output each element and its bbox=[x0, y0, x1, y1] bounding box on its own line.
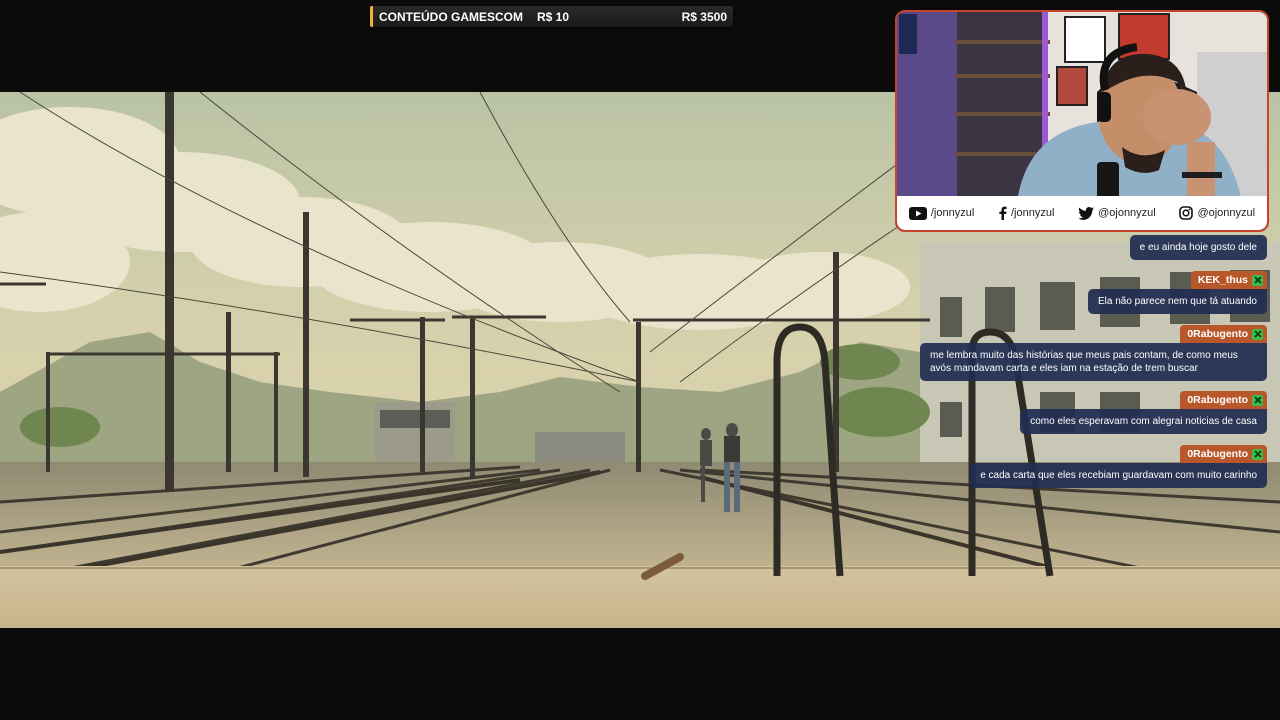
xbox-icon bbox=[1252, 394, 1263, 406]
chat-message: como eles esperavam com alegrai noticias… bbox=[1020, 409, 1267, 434]
chat-username: 0Rabugento bbox=[1187, 328, 1248, 340]
twitter-icon bbox=[1078, 206, 1095, 220]
xbox-icon bbox=[1252, 328, 1263, 340]
chat-message-text: e eu ainda hoje gosto dele bbox=[1139, 242, 1257, 253]
instagram-icon bbox=[1179, 206, 1194, 220]
goal-current-amount: R$ 10 bbox=[537, 10, 570, 24]
chat-username-tag[interactable]: 0Rabugento bbox=[1180, 391, 1267, 409]
chat-username-tag[interactable]: 0Rabugento bbox=[1180, 325, 1267, 343]
chat-username: KEK_thus bbox=[1197, 274, 1248, 286]
social-links-bar: /jonnyzul /jonnyzul @ojonnyzul @ojonnyzu… bbox=[897, 196, 1267, 230]
chat-message: Ela não parece nem que tá atuando bbox=[1087, 289, 1267, 314]
xbox-icon bbox=[1252, 448, 1263, 460]
social-youtube[interactable]: /jonnyzul bbox=[908, 206, 975, 220]
chat-message-text: Ela não parece nem que tá atuando bbox=[1097, 296, 1257, 307]
social-instagram[interactable]: @ojonnyzul bbox=[1179, 206, 1255, 220]
xbox-icon bbox=[1252, 274, 1263, 286]
chat-message-text: e cada carta que eles recebiam guardavam… bbox=[980, 470, 1257, 481]
youtube-handle: /jonnyzul bbox=[930, 207, 975, 219]
social-facebook[interactable]: /jonnyzul bbox=[998, 206, 1054, 220]
chat-message-text: me lembra muito das histórias que meus p… bbox=[930, 350, 1238, 374]
facebook-icon bbox=[999, 206, 1007, 220]
chat-message-text: como eles esperavam com alegrai noticias… bbox=[1030, 416, 1257, 427]
chat-username-tag[interactable]: 0Rabugento bbox=[1180, 445, 1267, 463]
social-twitter[interactable]: @ojonnyzul bbox=[1078, 206, 1156, 220]
instagram-handle: @ojonnyzul bbox=[1197, 207, 1256, 219]
chat-username-tag[interactable]: KEK_thus bbox=[1190, 271, 1267, 289]
youtube-icon bbox=[908, 206, 927, 220]
twitter-handle: @ojonnyzul bbox=[1098, 207, 1156, 219]
goal-title: CONTEÚDO GAMESCOM bbox=[379, 10, 523, 24]
chat-username: 0Rabugento bbox=[1187, 448, 1248, 460]
webcam-overlay: /jonnyzul /jonnyzul @ojonnyzul @ojonnyzu… bbox=[895, 10, 1269, 232]
goal-target-amount: R$ 3500 bbox=[681, 10, 727, 24]
chat-message: me lembra muito das histórias que meus p… bbox=[920, 343, 1267, 381]
chat-username: 0Rabugento bbox=[1187, 394, 1248, 406]
chat-message: e cada carta que eles recebiam guardavam… bbox=[970, 463, 1267, 488]
donation-goal-bar: CONTEÚDO GAMESCOM R$ 10 R$ 3500 bbox=[370, 6, 733, 27]
facebook-handle: /jonnyzul bbox=[1010, 207, 1055, 219]
chat-message: e eu ainda hoje gosto dele bbox=[1129, 235, 1267, 260]
